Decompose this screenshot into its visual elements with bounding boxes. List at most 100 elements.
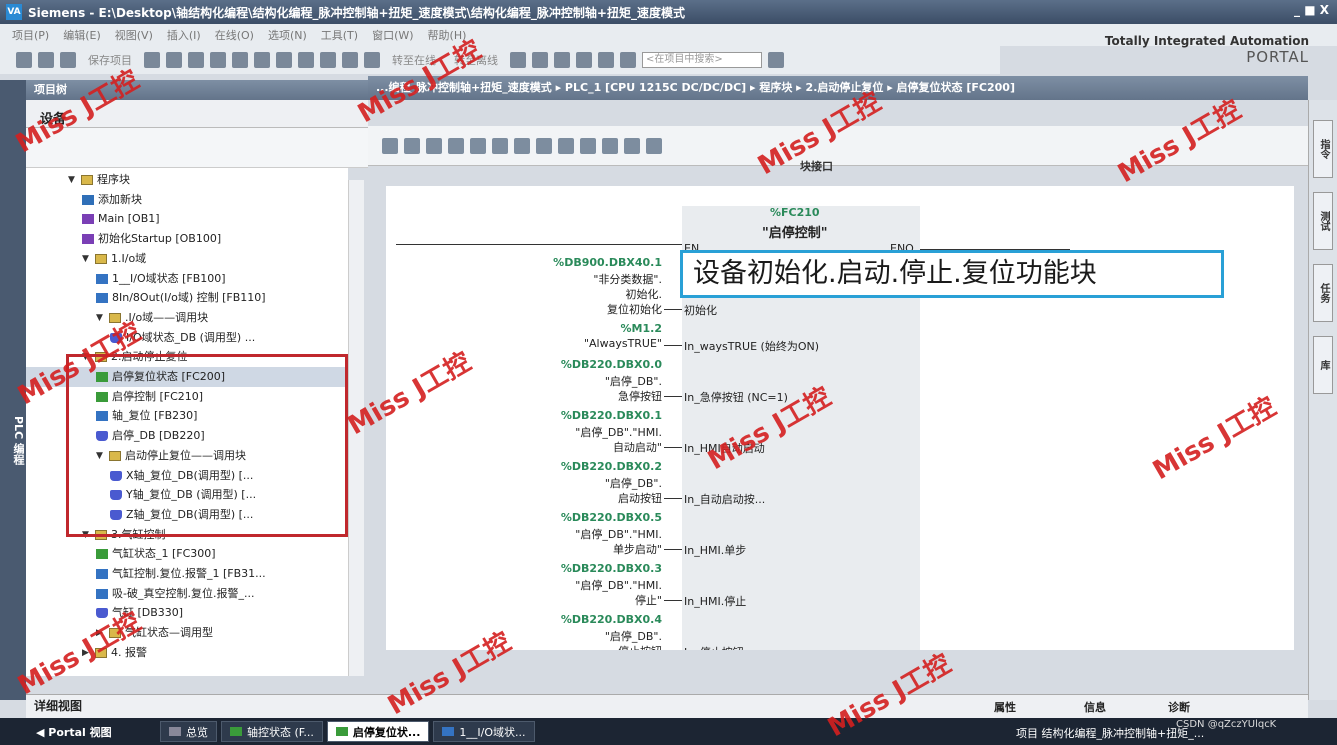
new-project-icon[interactable] [16,52,32,68]
collapse-arrow-icon[interactable]: ▶ [96,623,106,643]
properties-tab[interactable]: 属性 [994,699,1016,715]
taskbar-tab-axis-status[interactable]: 轴控状态 (F... [221,721,323,742]
tree-item[interactable]: I/O域状态_DB (调用型) ... [26,328,348,348]
menu-options[interactable]: 选项(N) [268,27,307,43]
delete-network-icon[interactable] [404,137,420,154]
tree-item[interactable]: ▶ 气缸状态—调用型 [26,623,348,643]
tab-tasks[interactable]: 任务 [1313,264,1333,322]
operand-address[interactable]: %DB900.DBX40.1 [553,256,662,269]
goto-error-icon[interactable] [646,137,662,154]
tree-item[interactable]: ▼ .I/o域——调用块 [26,308,348,328]
insert-contact-icon[interactable] [426,137,442,154]
info-tab[interactable]: 信息 [1084,699,1106,715]
upload-icon[interactable] [342,52,358,68]
monitor-icon[interactable] [624,137,640,154]
collapse-all-icon[interactable] [580,137,596,154]
detail-view-bar[interactable]: 详细视图 [26,694,368,718]
collapse-arrow-icon[interactable]: ▶ [82,643,92,663]
operand-symbol[interactable]: 初始化. [626,286,663,302]
project-search-input[interactable]: <在项目中搜索> [642,52,762,68]
split-horizontal-icon[interactable] [598,52,614,68]
expand-arrow-icon[interactable]: ▼ [68,170,78,190]
menu-edit[interactable]: 编辑(E) [63,27,101,43]
menu-online[interactable]: 在线(O) [215,27,254,43]
menu-view[interactable]: 视图(V) [115,27,153,43]
start-cpu-icon[interactable] [532,52,548,68]
operand-symbol[interactable]: "启停_DB". [605,475,662,491]
accessible-devices-icon[interactable] [510,52,526,68]
taskbar-tab-overview[interactable]: 总览 [160,721,217,742]
operand-symbol[interactable]: 复位初始化 [607,301,662,317]
delete-icon[interactable] [232,52,248,68]
show-comments-icon[interactable] [514,137,530,154]
operand-symbol[interactable]: 急停按钮 [618,388,662,404]
tab-instructions[interactable]: 指令 [1313,120,1333,178]
expand-arrow-icon[interactable]: ▼ [82,249,92,269]
menu-project[interactable]: 项目(P) [12,27,49,43]
operand-symbol[interactable]: "非分类数据". [593,271,662,287]
save-project-icon[interactable] [60,52,76,68]
operand-symbol[interactable]: "启停_DB"."HMI. [575,526,662,542]
open-branch-icon[interactable] [470,137,486,154]
tab-testing[interactable]: 测试 [1313,192,1333,250]
operand-symbol[interactable]: "启停_DB". [605,628,662,644]
open-project-icon[interactable] [38,52,54,68]
operand-symbol[interactable]: 停止" [635,592,662,608]
operand-symbol[interactable]: 停止按钮 [618,643,662,650]
expand-all-icon[interactable] [558,137,574,154]
devices-tab[interactable]: 设备 [26,100,368,128]
print-icon[interactable] [144,52,160,68]
search-icon[interactable] [768,52,784,68]
tree-item[interactable]: ▼ 程序块 [26,170,348,190]
operand-symbol[interactable]: "启停_DB". [605,373,662,389]
taskbar-tab-io-status[interactable]: 1__I/O域状... [433,721,535,742]
operand-address[interactable]: %DB220.DBX0.3 [561,562,662,575]
save-project-button[interactable]: 保存项目 [88,52,132,68]
block-interface-toggle[interactable]: 块接口 [800,158,833,174]
insert-coil-icon[interactable] [448,137,464,154]
portal-view-button[interactable]: ◀ Portal 视图 [0,724,160,740]
menu-tools[interactable]: 工具(T) [321,27,358,43]
project-tree-scrollbar[interactable] [348,180,364,676]
tree-item[interactable]: ▶ 4. 报警 [26,643,348,663]
operand-address[interactable]: %M1.2 [621,322,662,335]
menu-window[interactable]: 窗口(W) [372,27,413,43]
tree-item[interactable]: 初始化Startup [OB100] [26,229,348,249]
operand-symbol[interactable]: 单步启动" [613,541,662,557]
plc-programming-side-tab[interactable]: PLC 编程 [0,80,26,700]
operand-address[interactable]: %DB220.DBX0.5 [561,511,662,524]
menu-insert[interactable]: 插入(I) [167,27,201,43]
operand-symbol[interactable]: "AlwaysTRUE" [584,337,662,350]
tree-item[interactable]: 1__I/O域状态 [FB100] [26,269,348,289]
operand-address[interactable]: %DB220.DBX0.4 [561,613,662,626]
operand-address[interactable]: %DB220.DBX0.2 [561,460,662,473]
stop-cpu-icon[interactable] [554,52,570,68]
cross-reference-icon[interactable] [576,52,592,68]
split-vertical-icon[interactable] [620,52,636,68]
diagnostics-tab[interactable]: 诊断 [1168,699,1190,715]
favorites-icon[interactable] [602,137,618,154]
go-offline-button[interactable]: 转至离线 [454,52,498,68]
operand-symbol[interactable]: 启动按钮 [618,490,662,506]
redo-icon[interactable] [276,52,292,68]
copy-icon[interactable] [188,52,204,68]
undo-icon[interactable] [254,52,270,68]
paste-icon[interactable] [210,52,226,68]
tree-item[interactable]: 气缸状态_1 [FC300] [26,544,348,564]
tree-item[interactable]: 吸-破_真空控制.复位.报警_... [26,584,348,604]
download-icon[interactable] [320,52,336,68]
operand-symbol[interactable]: "启停_DB"."HMI. [575,577,662,593]
menu-help[interactable]: 帮助(H) [428,27,467,43]
tree-item[interactable]: ▼ 1.I/o域 [26,249,348,269]
insert-network-icon[interactable] [382,137,398,154]
operand-address[interactable]: %DB220.DBX0.1 [561,409,662,422]
taskbar-tab-start-stop-reset[interactable]: 启停复位状... [326,721,430,742]
operand-symbol[interactable]: "启停_DB"."HMI. [575,424,662,440]
window-controls[interactable]: _ ■ X [1294,3,1329,17]
tab-libraries[interactable]: 库 [1313,336,1333,394]
absolute-operand-icon[interactable] [536,137,552,154]
operand-address[interactable]: %DB220.DBX0.0 [561,358,662,371]
compile-icon[interactable] [298,52,314,68]
tree-item[interactable]: 8In/8Out(I/o域) 控制 [FB110] [26,288,348,308]
tree-item[interactable]: 气缸 [DB330] [26,603,348,623]
